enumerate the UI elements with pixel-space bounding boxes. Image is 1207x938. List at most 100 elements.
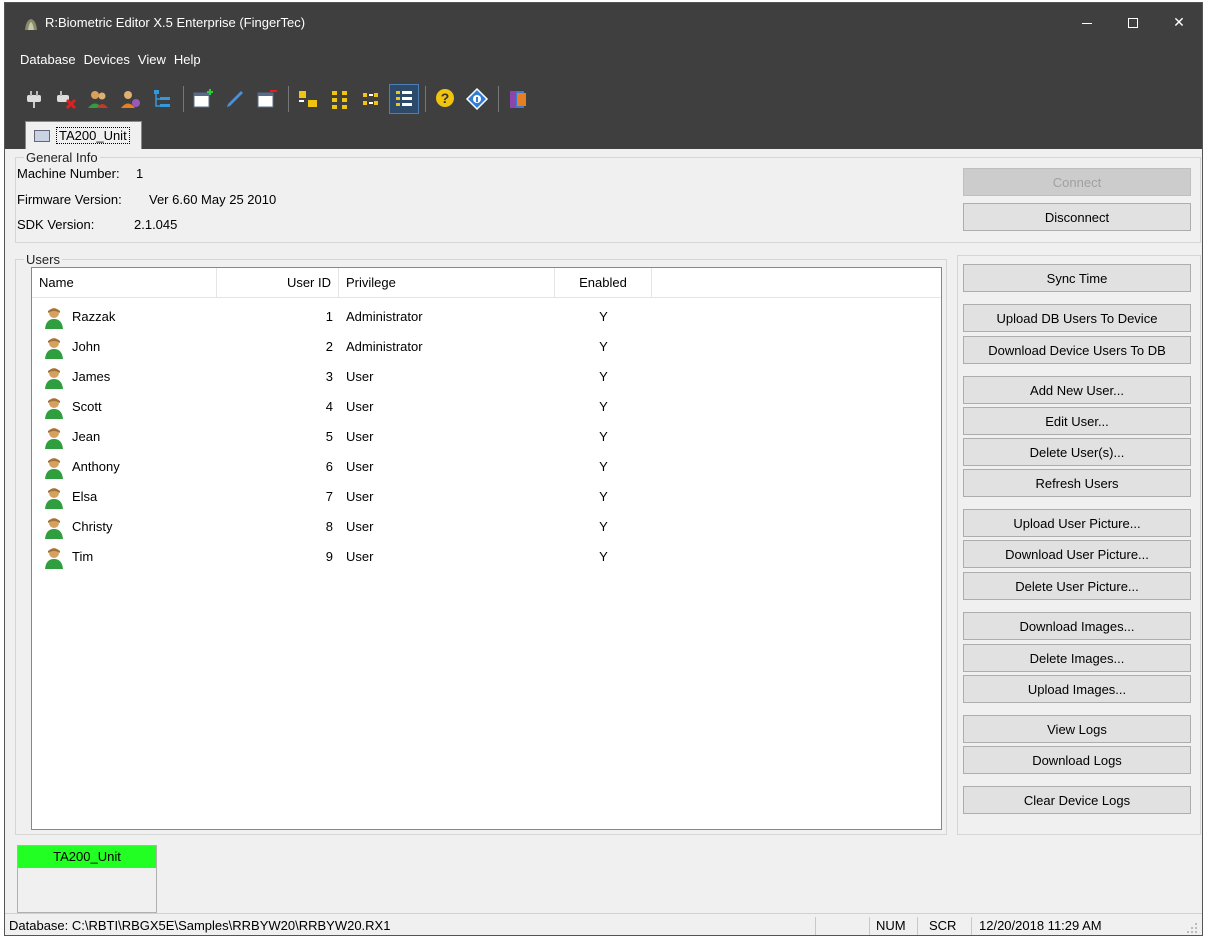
connect-button-main[interactable]: Connect <box>963 168 1191 196</box>
users-list[interactable]: Name User ID Privilege Enabled Razzak 1 Ad… <box>31 267 942 830</box>
delete-user-picture-button[interactable]: Delete User Picture... <box>963 572 1191 600</box>
user-enabled: Y <box>599 489 608 504</box>
edit-user-button[interactable]: Edit User... <box>963 407 1191 435</box>
download-user-picture-button[interactable]: Download User Picture... <box>963 540 1191 568</box>
header-area: R:Biometric Editor X.5 Enterprise (Finge… <box>5 3 1202 149</box>
firmware-value: Ver 6.60 May 25 2010 <box>149 192 277 207</box>
user-icon <box>45 548 63 569</box>
column-privilege[interactable]: Privilege <box>339 268 555 298</box>
toolbar-separator <box>425 86 426 112</box>
column-name[interactable]: Name <box>32 268 217 298</box>
add-record-button[interactable] <box>188 84 218 114</box>
users-button[interactable] <box>83 84 113 114</box>
user-name: Anthony <box>72 459 120 474</box>
user-settings-button[interactable] <box>115 84 145 114</box>
user-privilege: Administrator <box>346 339 423 354</box>
user-privilege: User <box>346 369 374 384</box>
list-item[interactable]: James 3 User Y <box>32 362 941 392</box>
upload-user-picture-button[interactable]: Upload User Picture... <box>963 509 1191 537</box>
status-bar: Database: C:\RBTI\RBGX5E\Samples\RRBYW20… <box>5 913 1202 935</box>
user-id: 9 <box>325 549 333 564</box>
device-status-badge[interactable]: TA200_Unit <box>18 846 156 868</box>
edit-button[interactable] <box>220 84 250 114</box>
user-icon <box>45 518 63 539</box>
user-icon <box>45 428 63 449</box>
menu-view[interactable]: View <box>137 52 167 72</box>
list-item[interactable]: John 2 Administrator Y <box>32 332 941 362</box>
user-icon <box>45 488 63 509</box>
list-item[interactable]: Jean 5 User Y <box>32 422 941 452</box>
user-id: 4 <box>325 399 333 414</box>
sdk-row: SDK Version: 2.1.045 <box>17 217 177 232</box>
small-icons-view-icon <box>332 91 347 109</box>
app-logo-icon <box>25 19 37 30</box>
column-user-id[interactable]: User ID <box>217 268 339 298</box>
machine-number-row: Machine Number: 1 <box>17 166 143 181</box>
list-item[interactable]: Anthony 6 User Y <box>32 452 941 482</box>
details-view-icon <box>396 91 412 106</box>
firmware-row: Firmware Version: Ver 6.60 May 25 2010 <box>17 192 276 207</box>
column-enabled[interactable]: Enabled <box>555 268 652 298</box>
maximize-button[interactable] <box>1110 3 1156 41</box>
exit-button[interactable] <box>503 84 533 114</box>
view-logs-button[interactable]: View Logs <box>963 715 1191 743</box>
disconnect-button[interactable] <box>51 84 81 114</box>
delete-images-button[interactable]: Delete Images... <box>963 644 1191 672</box>
list-item[interactable]: Razzak 1 Administrator Y <box>32 302 941 332</box>
close-button[interactable]: ✕ <box>1156 3 1202 41</box>
user-name: Scott <box>72 399 102 414</box>
disconnect-button-main[interactable]: Disconnect <box>963 203 1191 231</box>
sync-time-button[interactable]: Sync Time <box>963 264 1191 292</box>
user-settings-icon <box>121 91 140 108</box>
user-enabled: Y <box>599 519 608 534</box>
device-icon <box>34 129 50 142</box>
large-icons-view-icon <box>299 91 317 107</box>
user-id: 6 <box>325 459 333 474</box>
status-datetime: 12/20/2018 11:29 AM <box>979 918 1102 933</box>
menu-devices[interactable]: Devices <box>83 52 131 72</box>
user-name: John <box>72 339 101 354</box>
delete-users-button[interactable]: Delete User(s)... <box>963 438 1191 466</box>
maximize-icon <box>1128 18 1138 29</box>
refresh-users-button[interactable]: Refresh Users <box>963 469 1191 497</box>
upload-images-button[interactable]: Upload Images... <box>963 675 1191 703</box>
add-new-user-button[interactable]: Add New User... <box>963 376 1191 404</box>
connect-button[interactable] <box>19 84 49 114</box>
tab-label: TA200_Unit <box>56 127 130 144</box>
help-button[interactable]: ? <box>430 84 460 114</box>
user-name: James <box>72 369 111 384</box>
list-item[interactable]: Scott 4 User Y <box>32 392 941 422</box>
tree-view-icon <box>154 90 170 107</box>
toolbar-separator <box>183 86 184 112</box>
connect-plug-icon <box>27 91 41 108</box>
user-privilege: User <box>346 429 374 444</box>
list-item[interactable]: Elsa 7 User Y <box>32 482 941 512</box>
list-item[interactable]: Christy 8 User Y <box>32 512 941 542</box>
minimize-button[interactable] <box>1064 3 1110 41</box>
list-item[interactable]: Tim 9 User Y <box>32 542 941 572</box>
resize-grip-icon[interactable] <box>1186 922 1198 934</box>
download-images-button[interactable]: Download Images... <box>963 612 1191 640</box>
download-logs-button[interactable]: Download Logs <box>963 746 1191 774</box>
user-name: Elsa <box>72 489 98 504</box>
menu-database[interactable]: Database <box>19 52 77 72</box>
user-id: 7 <box>325 489 333 504</box>
status-separator <box>869 917 870 935</box>
list-view-button[interactable] <box>357 84 387 114</box>
upload-db-users-button[interactable]: Upload DB Users To Device <box>963 304 1191 332</box>
tab-ta200-unit[interactable]: TA200_Unit <box>25 121 142 149</box>
menu-help[interactable]: Help <box>173 52 202 72</box>
download-device-users-button[interactable]: Download Device Users To DB <box>963 336 1191 364</box>
device-panel[interactable]: TA200_Unit <box>17 845 157 913</box>
tree-view-button[interactable] <box>147 84 177 114</box>
user-privilege: User <box>346 489 374 504</box>
status-database-path: Database: C:\RBTI\RBGX5E\Samples\RRBYW20… <box>9 918 391 933</box>
large-icons-button[interactable] <box>293 84 323 114</box>
details-view-button[interactable] <box>389 84 419 114</box>
about-button[interactable] <box>462 84 492 114</box>
small-icons-button[interactable] <box>325 84 355 114</box>
user-privilege: User <box>346 459 374 474</box>
clear-device-logs-button[interactable]: Clear Device Logs <box>963 786 1191 814</box>
user-icon <box>45 398 63 419</box>
delete-record-button[interactable] <box>252 84 282 114</box>
